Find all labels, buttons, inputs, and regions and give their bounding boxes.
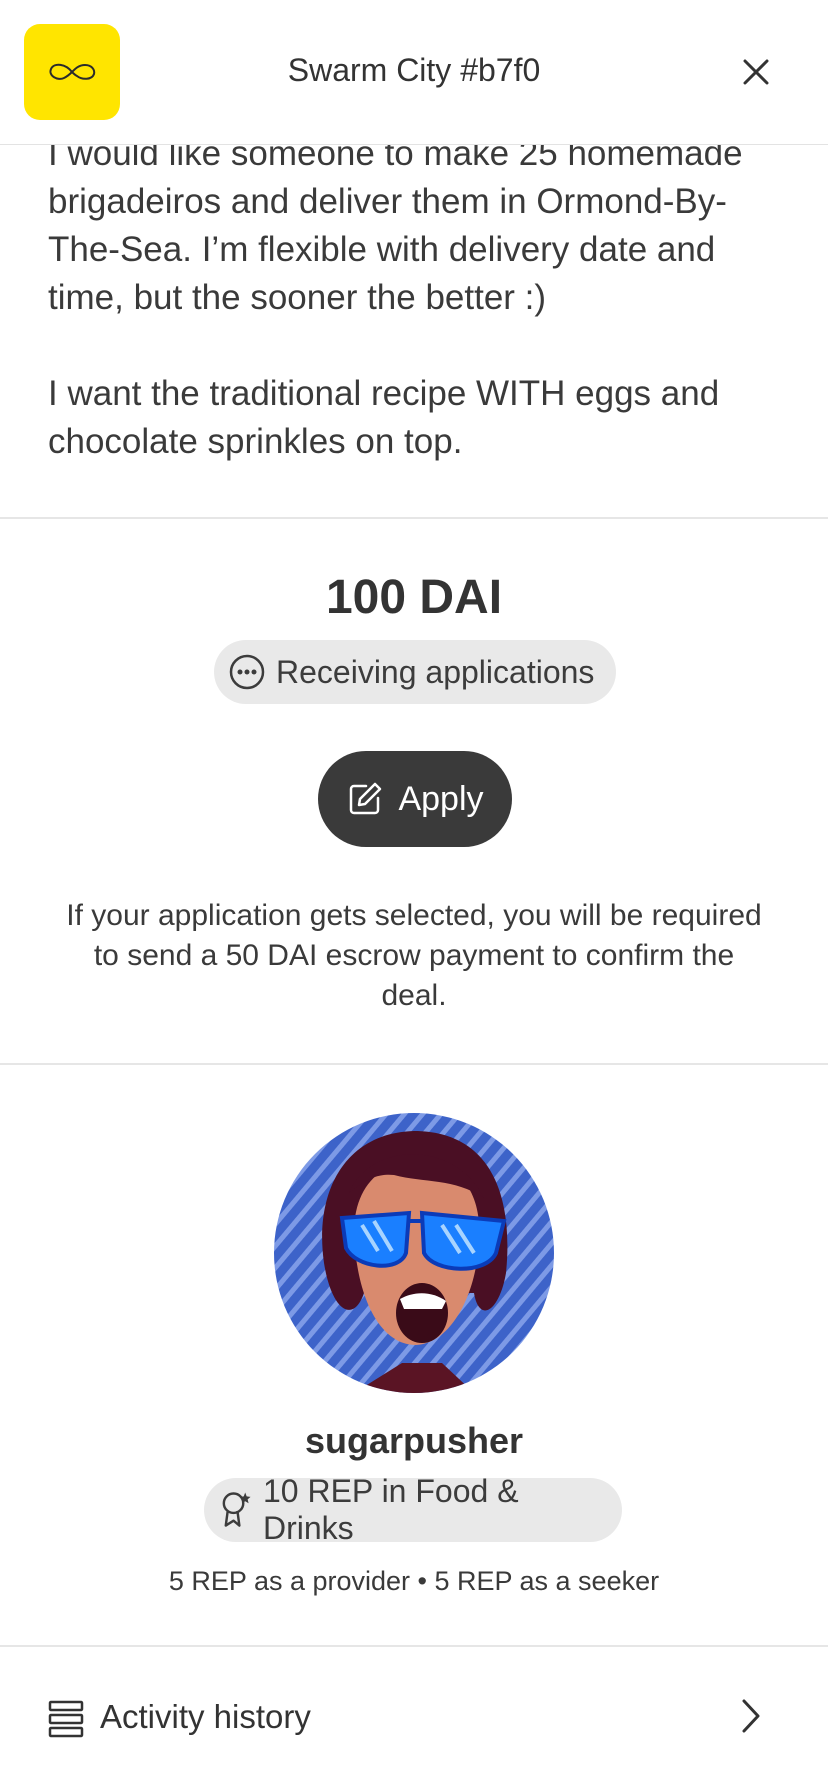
award-icon [222, 1492, 251, 1527]
rep-badge-label: 10 REP in Food & Drinks [262, 1473, 519, 1546]
activity-history-label: Activity history [100, 1698, 311, 1735]
apply-button[interactable]: Apply [318, 751, 512, 847]
chevron-right-icon [742, 1699, 760, 1733]
page-title: Swarm City #b7f0 [287, 52, 541, 88]
list-icon [48, 1700, 84, 1738]
request-description: I would like someone to make 25 homemade… [48, 130, 788, 466]
close-icon [743, 59, 769, 85]
rep-badge: 10 REP in Food & Drinks [204, 1473, 622, 1546]
divider [0, 517, 828, 519]
seeker-username: sugarpusher [304, 1420, 524, 1461]
avatar [274, 1113, 554, 1393]
edit-icon [350, 782, 382, 815]
divider [0, 1063, 828, 1065]
ellipsis-circle-icon [229, 654, 265, 690]
rep-split: 5 REP as a provider • 5 REP as a seeker [168, 1566, 660, 1596]
activity-history-row[interactable]: Activity history [0, 1646, 828, 1792]
close-button[interactable] [736, 52, 776, 92]
app-header: Swarm City #b7f0 [0, 0, 828, 145]
status-badge: Receiving applications [214, 640, 616, 704]
apply-label: Apply [398, 779, 484, 818]
description-paragraph: I would like someone to make 25 homemade… [48, 134, 743, 317]
deal-amount: 100 DAI [325, 571, 503, 624]
description-paragraph: I want the traditional recipe WITH eggs … [48, 374, 720, 461]
status-label: Receiving applications [276, 653, 595, 690]
escrow-note: If your application gets selected, you w… [66, 899, 762, 1012]
